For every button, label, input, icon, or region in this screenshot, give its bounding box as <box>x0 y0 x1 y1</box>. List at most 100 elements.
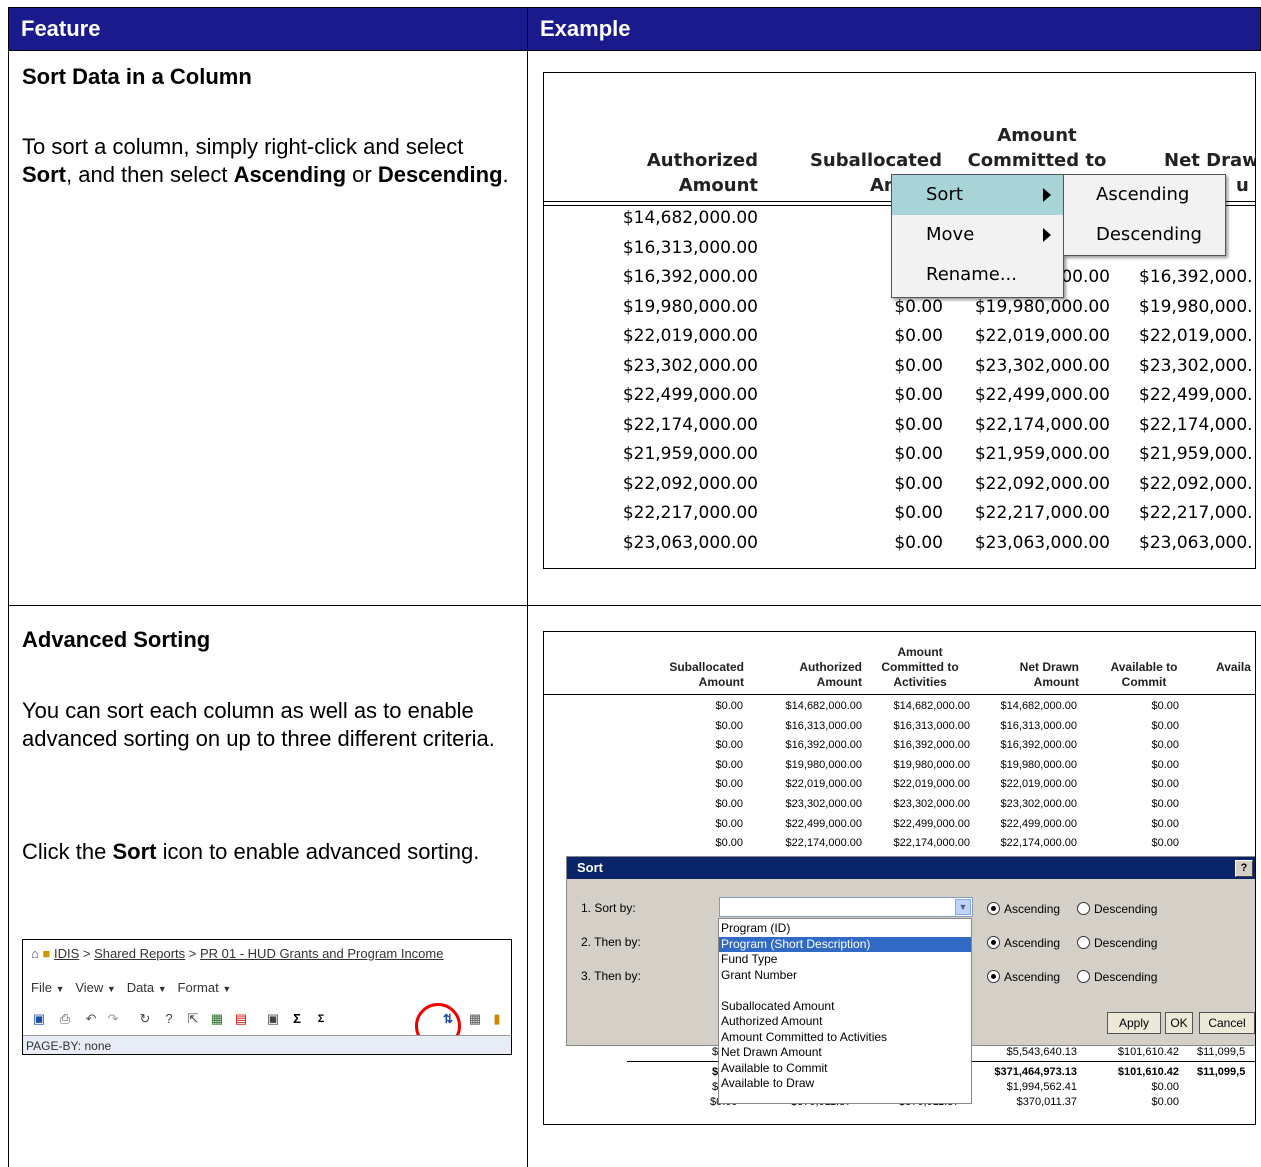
section-title-sort-column: Sort Data in a Column <box>22 64 252 89</box>
table-header-feature: Feature <box>8 7 528 51</box>
table-row: $0.00 $19,980,000.00 $19,980,000.00 $19,980… <box>544 758 1255 773</box>
help-icon[interactable]: ? <box>161 1011 177 1027</box>
refresh-icon[interactable]: ↻ <box>137 1011 153 1027</box>
page-by-bar: PAGE-BY: none <box>23 1035 511 1054</box>
menu-data[interactable]: Data <box>127 980 154 995</box>
dropdown-option[interactable]: Program (Short Description) <box>719 936 971 952</box>
table-row: $22,499,000.00 $0.00 $22,499,000.00 $22,499… <box>544 385 1255 415</box>
dropdown-arrow-icon: ▼ <box>157 984 167 994</box>
table-cell: $19,980,000.00 <box>785 758 862 771</box>
table-cell: $22,499,000. <box>1139 385 1253 405</box>
table-cell: $0.00 <box>715 837 743 850</box>
dropdown-option[interactable]: Amount Committed to Activities <box>719 1030 971 1045</box>
table-row: $0.00 $22,174,000.00 $22,174,000.00 $22,174… <box>544 836 1255 851</box>
table-row: $23,302,000.00 $0.00 $23,302,000.00 $23,302… <box>544 356 1255 386</box>
table-cell: $21,959,000. <box>1139 444 1253 464</box>
table-row: $0.00 $16,313,000.00 $16,313,000.00 $16,313… <box>544 719 1255 734</box>
table-header-example: Example <box>527 7 1261 51</box>
redo-icon[interactable]: ↷ <box>105 1011 121 1027</box>
help-button[interactable]: ? <box>1235 860 1253 877</box>
table-cell: $16,313,000.00 <box>893 719 970 732</box>
sum-icon[interactable]: Σ <box>289 1011 305 1027</box>
menu-format[interactable]: Format <box>178 980 219 995</box>
dropdown-option[interactable]: Suballocated Amount <box>719 999 971 1014</box>
radio-descending-2[interactable]: Descending <box>1077 936 1157 950</box>
table-cell: $22,217,000.00 <box>622 503 758 523</box>
table-cell: $23,302,000.00 <box>785 798 862 810</box>
dropdown-option[interactable]: Grant Number <box>719 968 971 983</box>
export-icon[interactable]: ⇱ <box>185 1011 201 1027</box>
dropdown-option[interactable]: Net Drawn Amount <box>719 1045 971 1060</box>
subtotal-icon[interactable]: Σ <box>313 1011 329 1027</box>
radio-ascending-2[interactable]: Ascending <box>987 936 1060 950</box>
cancel-button[interactable]: Cancel <box>1199 1012 1255 1034</box>
save-icon[interactable]: ▣ <box>31 1011 47 1027</box>
print-icon[interactable]: ⎙ <box>57 1011 73 1027</box>
context-menu-rename[interactable]: Rename... <box>892 255 1063 295</box>
table-cell: $0.00 <box>894 385 943 405</box>
chevron-down-icon[interactable]: ▼ <box>955 899 971 915</box>
crumb-report[interactable]: PR 01 - HUD Grants and Program Income <box>200 946 443 961</box>
menu-file[interactable]: File <box>31 980 52 995</box>
table-cell: $22,174,000.00 <box>893 837 970 850</box>
table-row: $22,217,000.00 $0.00 $22,217,000.00 $22,217… <box>544 503 1255 533</box>
table-cell: $23,302,000.00 <box>893 798 970 810</box>
table-cell: $0.00 <box>1151 719 1179 732</box>
section-title-advanced-sorting: Advanced Sorting <box>22 627 211 652</box>
table-cell: 00.00 <box>1061 267 1110 287</box>
dialog-title: Sort <box>567 857 1255 879</box>
crumb-shared-reports[interactable]: Shared Reports <box>94 946 185 961</box>
ok-button[interactable]: OK <box>1165 1012 1193 1034</box>
dropdown-option[interactable]: Fund Type <box>719 952 971 967</box>
table-cell: $19,980,000. <box>1139 296 1253 317</box>
table-cell: $16,392,000.00 <box>622 267 758 287</box>
folder-icon[interactable]: ■ <box>42 946 50 961</box>
table-cell: $0.00 <box>1151 837 1179 850</box>
table-cell: $0.00 <box>1151 758 1179 771</box>
apply-button[interactable]: Apply <box>1107 1012 1161 1034</box>
dropdown-option[interactable] <box>719 983 971 998</box>
context-menu-sort[interactable]: Sort <box>892 175 1063 215</box>
excel-icon[interactable]: ▦ <box>209 1011 225 1027</box>
table-row: $0.00 $22,019,000.00 $22,019,000.00 $22,019… <box>544 777 1255 792</box>
table-cell: $22,499,000.00 <box>974 385 1110 405</box>
dropdown-option[interactable]: Available to Commit <box>719 1061 971 1076</box>
grid-icon[interactable]: ▣ <box>265 1011 281 1027</box>
table-cell: $22,019,000. <box>1139 326 1253 346</box>
table-cell: $19,980,000.00 <box>1000 758 1077 771</box>
sort-submenu: Ascending Descending <box>1063 174 1226 256</box>
crumb-idis[interactable]: IDIS <box>54 946 79 961</box>
radio-ascending-3[interactable]: Ascending <box>987 970 1060 984</box>
table-cell: $19,980,000.00 <box>622 296 758 317</box>
example-sort-column-screenshot: Authorized Amount Suballocated Am Amount Co… <box>543 72 1256 569</box>
table-cell: $0.00 <box>715 739 743 752</box>
radio-descending-3[interactable]: Descending <box>1077 970 1157 984</box>
sort-by-dropdown-list[interactable]: Program (ID) Program (Short Description) F… <box>718 918 972 1104</box>
then-by-label-1: 2. Then by: <box>581 935 641 949</box>
dropdown-option[interactable]: Program (ID) <box>719 921 971 936</box>
home-icon[interactable]: ⌂ <box>31 946 39 961</box>
chart-icon[interactable]: ▮ <box>489 1011 505 1027</box>
grid-view-icon[interactable]: ▦ <box>467 1011 483 1027</box>
radio-ascending-1[interactable]: Ascending <box>987 902 1060 916</box>
radio-descending-1[interactable]: Descending <box>1077 902 1157 916</box>
dropdown-option[interactable]: Authorized Amount <box>719 1014 971 1029</box>
context-menu-move[interactable]: Move <box>892 215 1063 255</box>
table-row: $19,980,000.00 $0.00 $19,980,000.00 $19,980… <box>544 296 1255 327</box>
table-cell: $23,063,000.00 <box>974 532 1110 553</box>
sort-by-select[interactable]: ▼ <box>719 897 973 917</box>
section-desc-sort-column: To sort a column, simply right-click and… <box>22 134 509 187</box>
submenu-arrow-icon <box>1043 188 1051 202</box>
col-header-committed: Amount Committed to <box>967 125 1107 171</box>
submenu-ascending[interactable]: Ascending <box>1064 175 1225 215</box>
submenu-arrow-icon <box>1043 228 1051 242</box>
table-cell: $0.00 <box>1151 817 1179 830</box>
submenu-descending[interactable]: Descending <box>1064 215 1225 255</box>
table-cell: $0.00 <box>894 473 943 494</box>
undo-icon[interactable]: ↶ <box>83 1011 99 1027</box>
pdf-icon[interactable]: ▤ <box>233 1011 249 1027</box>
table-cell: $22,499,000.00 <box>785 817 862 830</box>
dropdown-option[interactable]: Available to Draw <box>719 1076 971 1091</box>
menu-view[interactable]: View <box>75 980 103 995</box>
table-cell: $0.00 <box>894 444 943 464</box>
